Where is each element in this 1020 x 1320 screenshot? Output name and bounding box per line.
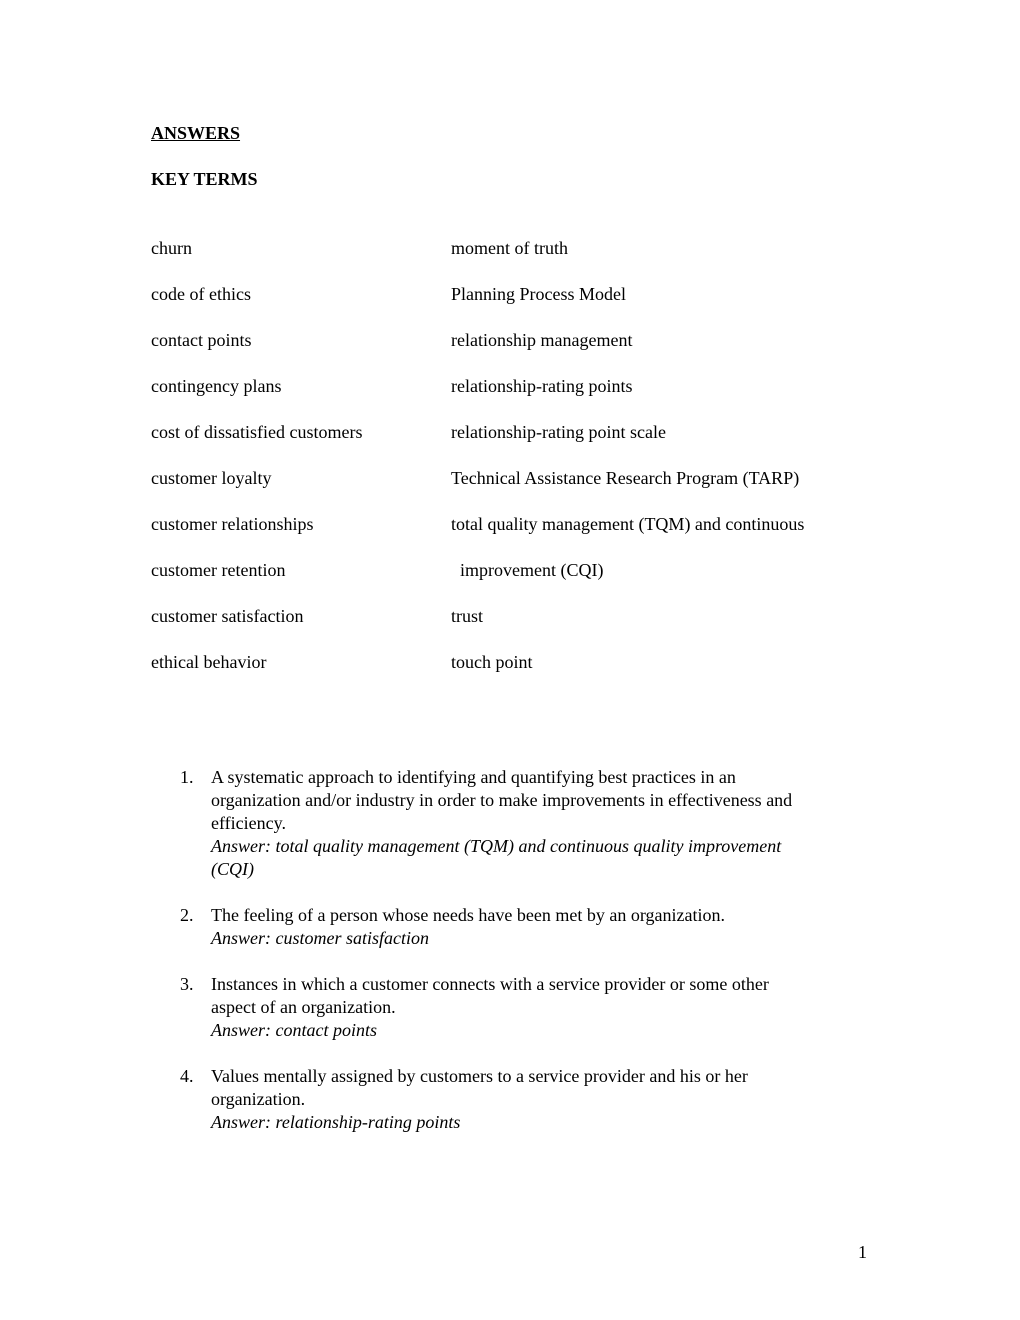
key-term: contact points: [151, 330, 252, 350]
key-term: relationship-rating points: [451, 376, 633, 396]
key-term: Technical Assistance Research Program (T…: [451, 468, 800, 488]
title-heading: ANSWERS: [151, 123, 241, 143]
key-term: moment of truth: [451, 238, 568, 258]
question-text: Values mentally assigned by customers to…: [211, 1066, 748, 1086]
question-text: Instances in which a customer connects w…: [211, 974, 769, 994]
key-term: cost of dissatisfied customers: [151, 422, 363, 442]
key-term: ethical behavior: [151, 652, 267, 672]
key-term: churn: [151, 238, 192, 258]
question-text: aspect of an organization.: [211, 997, 396, 1017]
question-answer: Answer: relationship-rating points: [211, 1112, 461, 1132]
key-term: customer retention: [151, 560, 286, 580]
key-term: customer relationships: [151, 514, 314, 534]
question-text: organization and/or industry in order to…: [211, 790, 793, 810]
key-term: total quality management (TQM) and conti…: [451, 514, 805, 534]
key-term: customer loyalty: [151, 468, 272, 488]
key-term: relationship-rating point scale: [451, 422, 666, 442]
key-term: Planning Process Model: [451, 284, 626, 304]
key-term: relationship management: [451, 330, 633, 350]
section-heading: KEY TERMS: [151, 169, 258, 189]
question-number: 3.: [180, 974, 194, 994]
key-term: improvement (CQI): [451, 560, 604, 580]
question-answer: (CQI): [211, 859, 254, 879]
question-number: 4.: [180, 1066, 194, 1086]
question-text: organization.: [211, 1089, 306, 1109]
key-term: code of ethics: [151, 284, 251, 304]
question-answer: Answer: contact points: [211, 1020, 377, 1040]
question-text: The feeling of a person whose needs have…: [211, 905, 725, 925]
question-number: 2.: [180, 905, 194, 925]
question-answer: Answer: customer satisfaction: [211, 928, 429, 948]
key-term: contingency plans: [151, 376, 282, 396]
key-term: touch point: [451, 652, 533, 672]
key-term: trust: [451, 606, 484, 626]
question-number: 1.: [180, 767, 194, 787]
page-number: 1: [858, 1242, 867, 1262]
question-text: efficiency.: [211, 813, 286, 833]
question-answer: Answer: total quality management (TQM) a…: [211, 836, 782, 856]
question-text: A systematic approach to identifying and…: [211, 767, 736, 787]
key-term: customer satisfaction: [151, 606, 304, 626]
